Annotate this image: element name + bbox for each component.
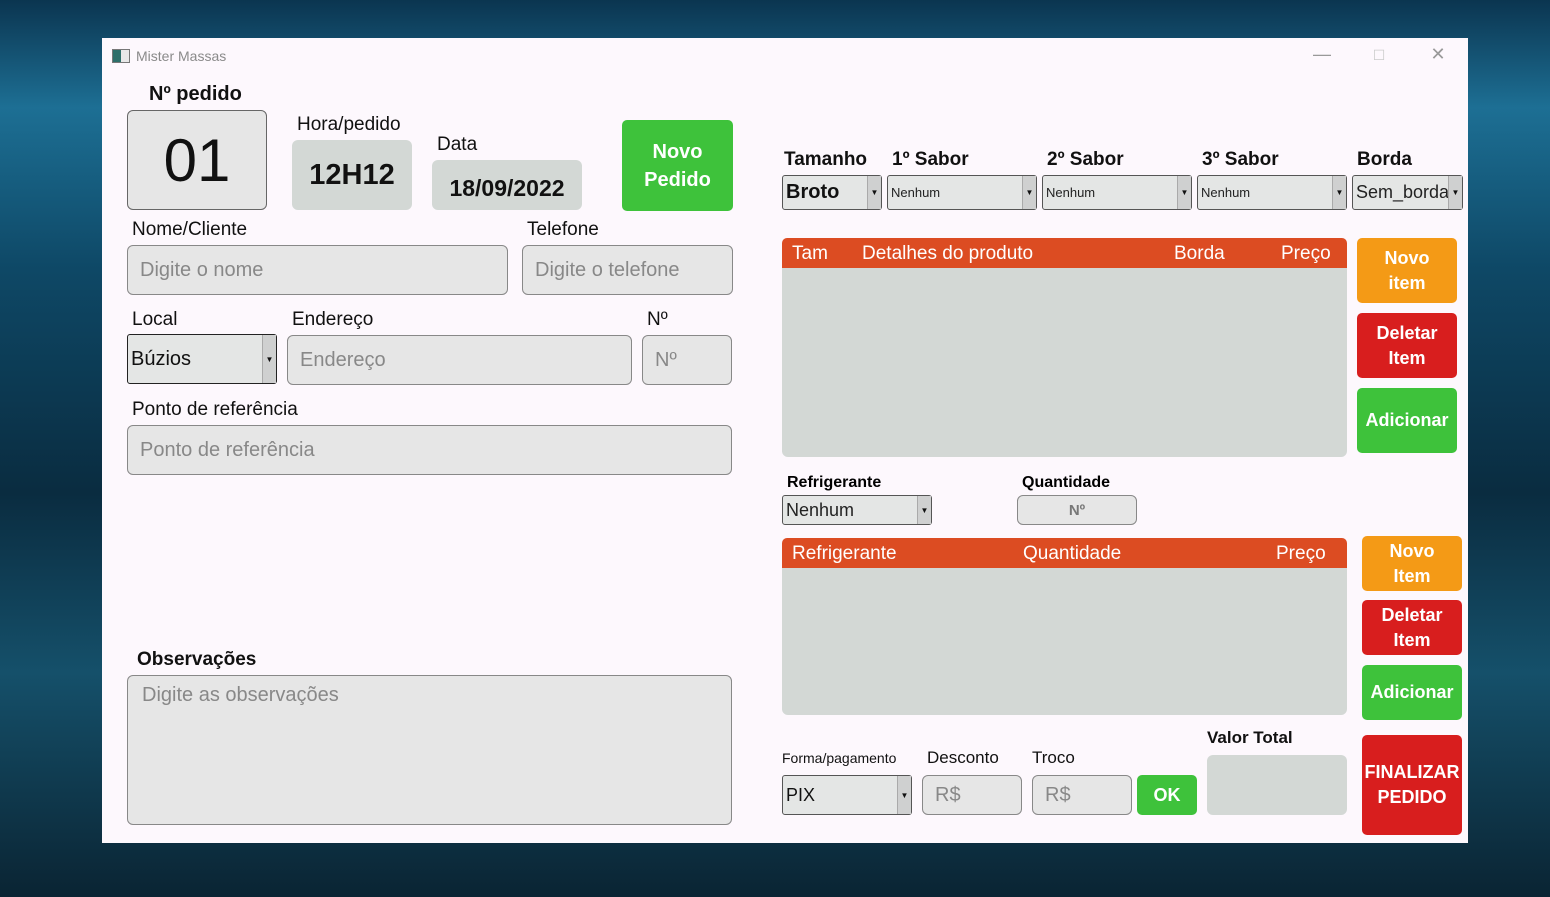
payment-method-value: PIX [786, 784, 816, 805]
new-order-button[interactable]: Novo Pedido [622, 120, 733, 211]
local-select[interactable]: Búzios ▼ [127, 334, 277, 384]
phone-input[interactable]: Digite o telefone [522, 245, 733, 295]
phone-label: Telefone [527, 219, 599, 240]
app-window: Mister Massas — ☐ ✕ Nº pedido 01 Hora/pe… [102, 38, 1468, 843]
column-header: Refrigerante [792, 543, 897, 564]
observations-input[interactable]: Digite as observações [127, 675, 732, 825]
close-button[interactable]: ✕ [1418, 44, 1458, 65]
delete-drink-item-button[interactable]: Deletar Item [1362, 600, 1462, 655]
local-label: Local [132, 309, 178, 330]
chevron-down-icon: ▼ [897, 776, 911, 814]
title-bar: Mister Massas — ☐ ✕ [102, 38, 1468, 74]
address-input[interactable]: Endereço [287, 335, 632, 385]
column-header: Preço [1276, 543, 1326, 564]
observations-label: Observações [137, 649, 257, 670]
maximize-button[interactable]: ☐ [1359, 47, 1399, 64]
crust-label: Borda [1357, 149, 1412, 170]
flavor2-select[interactable]: Nenhum ▼ [1042, 175, 1192, 210]
size-select[interactable]: Broto ▼ [782, 175, 882, 210]
chevron-down-icon: ▼ [1332, 176, 1346, 209]
chevron-down-icon: ▼ [1177, 176, 1191, 209]
number-input[interactable]: Nº [642, 335, 732, 385]
drinks-items-list[interactable] [782, 568, 1347, 715]
order-date: 18/09/2022 [432, 160, 582, 210]
add-pizza-button[interactable]: Adicionar [1357, 388, 1457, 453]
crust-value: Sem_borda [1356, 182, 1450, 202]
address-label: Endereço [292, 309, 374, 330]
discount-input[interactable]: R$ [922, 775, 1022, 815]
crust-select[interactable]: Sem_borda ▼ [1352, 175, 1463, 210]
total-value [1207, 755, 1347, 815]
local-value: Búzios [131, 347, 192, 370]
flavor3-select[interactable]: Nenhum ▼ [1197, 175, 1347, 210]
chevron-down-icon: ▼ [867, 176, 881, 209]
change-input[interactable]: R$ [1032, 775, 1132, 815]
change-label: Troco [1032, 748, 1075, 767]
pizza-items-list[interactable] [782, 268, 1347, 457]
new-pizza-item-button[interactable]: Novo item [1357, 238, 1457, 303]
date-label: Data [437, 134, 478, 155]
add-drink-button[interactable]: Adicionar [1362, 665, 1462, 720]
delete-pizza-item-button[interactable]: Deletar Item [1357, 313, 1457, 378]
chevron-down-icon: ▼ [1022, 176, 1036, 209]
payment-method-select[interactable]: PIX ▼ [782, 775, 912, 815]
pizza-table-header: Tam Detalhes do produto Borda Preço [782, 238, 1347, 268]
drinks-table-header: Refrigerante Quantidade Preço [782, 538, 1347, 568]
chevron-down-icon: ▼ [917, 496, 931, 524]
size-label: Tamanho [784, 149, 868, 170]
window-title: Mister Massas [136, 48, 227, 64]
drink-label: Refrigerante [787, 474, 882, 491]
flavor2-value: Nenhum [1046, 185, 1096, 200]
quantity-label: Quantidade [1022, 474, 1111, 491]
time-label: Hora/pedido [297, 114, 401, 135]
order-number: 01 [127, 110, 267, 210]
flavor2-label: 2º Sabor [1047, 149, 1124, 170]
new-drink-item-button[interactable]: Novo Item [1362, 536, 1462, 591]
order-number-label: Nº pedido [149, 83, 242, 105]
order-time: 12H12 [292, 140, 412, 210]
flavor1-label: 1º Sabor [892, 149, 969, 170]
name-label: Nome/Cliente [132, 219, 248, 240]
column-header: Quantidade [1023, 543, 1122, 564]
drink-value: Nenhum [786, 499, 855, 520]
minimize-button[interactable]: — [1302, 44, 1342, 65]
payment-method-label: Forma/pagamento [782, 750, 897, 766]
column-header: Borda [1174, 243, 1225, 264]
size-value: Broto [786, 181, 840, 203]
reference-input[interactable]: Ponto de referência [127, 425, 732, 475]
discount-label: Desconto [927, 748, 999, 767]
flavor1-value: Nenhum [891, 185, 941, 200]
drink-select[interactable]: Nenhum ▼ [782, 495, 932, 525]
flavor3-value: Nenhum [1201, 185, 1251, 200]
column-header: Preço [1281, 243, 1331, 264]
name-input[interactable]: Digite o nome [127, 245, 508, 295]
flavor1-select[interactable]: Nenhum ▼ [887, 175, 1037, 210]
column-header: Tam [792, 243, 828, 264]
chevron-down-icon: ▼ [262, 335, 276, 383]
flavor3-label: 3º Sabor [1202, 149, 1279, 170]
ok-button[interactable]: OK [1137, 775, 1197, 815]
chevron-down-icon: ▼ [1448, 176, 1462, 209]
app-icon [112, 49, 130, 63]
finish-order-button[interactable]: FINALIZAR PEDIDO [1362, 735, 1462, 835]
reference-label: Ponto de referência [132, 399, 298, 420]
number-label: Nº [647, 309, 668, 330]
quantity-input[interactable]: Nº [1017, 495, 1137, 525]
total-label: Valor Total [1207, 728, 1293, 747]
column-header: Detalhes do produto [862, 243, 1034, 264]
